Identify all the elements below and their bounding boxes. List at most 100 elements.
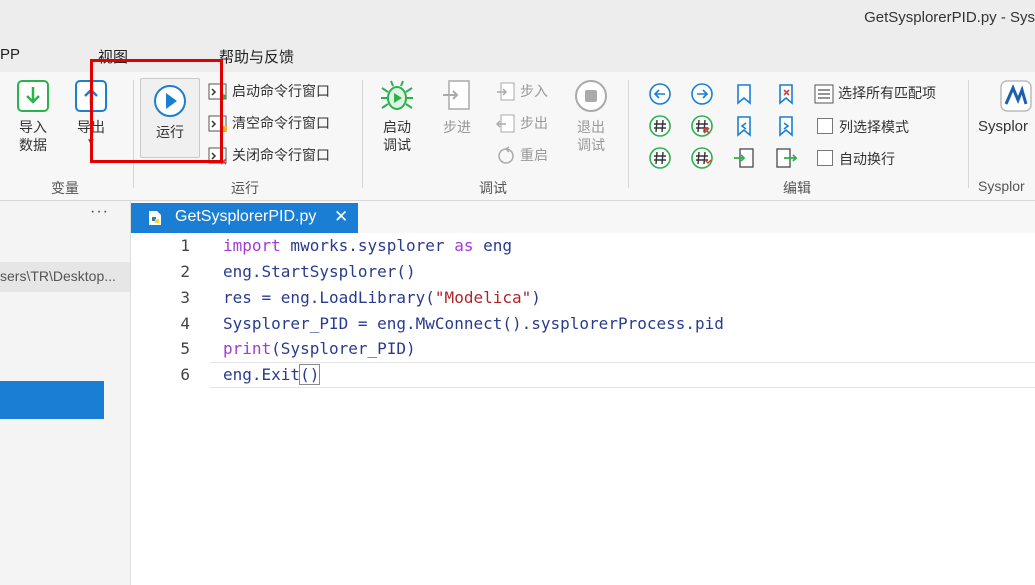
checkbox-box[interactable] [817,150,833,166]
bookmark-next-icon[interactable] [774,114,798,138]
hash-prev-icon[interactable] [648,146,672,170]
sidebar-primary-button[interactable] [0,381,104,419]
bug-icon [381,80,413,110]
word-wrap-checkbox[interactable]: 自动换行 [817,149,895,169]
group-label-edit: 编辑 [783,180,811,196]
title-bar: GetSysplorerPID.py - Sys [0,0,1035,40]
step-label: 步进 [443,119,471,135]
close-cmd-label: 关闭命令行窗口 [232,147,330,163]
editor-tab-active[interactable]: GetSysplorerPID.py ✕ [131,203,358,233]
restart-icon [498,146,514,165]
more-options-icon[interactable]: ··· [90,203,109,221]
step-into-label: 步入 [520,83,548,99]
start-cmd-window-button[interactable]: 启动命令行窗口 [208,80,330,102]
step-into-button[interactable]: 步入 [496,80,548,102]
import-data-button[interactable]: 导入 数据 [10,78,56,153]
word-wrap-label: 自动换行 [839,151,895,167]
sysplorer-button[interactable]: Sysplor [978,78,1035,137]
code-line: eng.Exit() [223,364,321,385]
current-line-highlight [210,362,1035,388]
group-label-debug: 调试 [479,180,507,196]
hash-icon[interactable] [648,114,672,138]
close-icon[interactable]: ✕ [334,207,348,227]
step-out-icon [495,114,515,133]
ribbon-separator [968,80,969,188]
stop-icon [575,80,607,112]
exit-debug-label-1: 退出 [577,119,605,135]
import-label-1: 导入 [19,119,47,135]
start-debug-button[interactable]: 启动 调试 [372,78,422,153]
clear-cmd-label: 清空命令行窗口 [232,115,330,131]
file-path-text: sers\TR\Desktop... [0,268,116,284]
list-select-icon [814,84,834,104]
nav-back-icon[interactable] [648,82,672,106]
line-number: 2 [180,262,190,281]
code-token: eng [473,236,512,255]
start-debug-label-2: 调试 [383,137,411,153]
code-line: import mworks.sysplorer as eng [223,236,512,255]
clear-cmd-window-button[interactable]: 清空命令行窗口 [208,112,330,134]
code-token: mworks.sysplorer [280,236,455,255]
column-select-label: 列选择模式 [839,119,909,135]
exit-debug-label-2: 调试 [577,137,605,153]
file-path-row[interactable]: sers\TR\Desktop... [0,262,130,292]
matched-paren-token: () [299,364,321,385]
start-debug-label-1: 启动 [383,119,411,135]
nav-forward-icon[interactable] [690,82,714,106]
group-label-sysplorer: Sysplor [978,178,1025,194]
code-token: ) [531,288,541,307]
group-label-variables: 变量 [51,180,79,196]
step-out-button[interactable]: 步出 [495,112,548,134]
sysplorer-logo-icon [1000,80,1032,112]
goto-line-icon[interactable] [732,146,756,170]
window-title: GetSysplorerPID.py - Sys [864,9,1035,26]
goto-definition-icon[interactable] [774,146,798,170]
tab-title: GetSysplorerPID.py [175,208,317,225]
line-number: 3 [180,288,190,307]
bookmark-remove-icon[interactable] [774,82,798,106]
code-line: print(Sysplorer_PID) [223,339,416,358]
code-token: res = eng.LoadLibrary( [223,288,435,307]
import-label-2: 数据 [19,137,47,153]
text-cursor [319,365,321,383]
group-label-run: 运行 [231,180,259,196]
bookmark-icon[interactable] [732,82,756,106]
step-button[interactable]: 步进 [432,78,482,137]
menu-help[interactable]: 帮助与反馈 [219,46,294,67]
column-select-checkbox[interactable]: 列选择模式 [817,117,909,137]
line-number: 5 [180,339,190,358]
bookmark-prev-icon[interactable] [732,114,756,138]
step-out-label: 步出 [520,115,548,131]
keyword-token: print [223,339,272,358]
code-line: res = eng.LoadLibrary("Modelica") [223,288,541,307]
close-cmd-window-button[interactable]: 关闭命令行窗口 [208,144,330,166]
code-token: eng.Exit [223,365,301,384]
keyword-token: as [454,236,474,255]
run-highlight-box [90,59,223,163]
restart-button[interactable]: 重启 [496,144,548,166]
hash-next-icon[interactable] [690,146,714,170]
checkbox-box[interactable] [817,118,833,134]
select-all-matches-label: 选择所有匹配项 [838,85,936,101]
select-all-matches-button[interactable]: 选择所有匹配项 [814,82,936,104]
exit-debug-button[interactable]: 退出 调试 [566,78,616,153]
string-token: "Modelica" [434,288,532,307]
line-number: 4 [180,314,190,333]
line-number: 6 [180,365,190,384]
import-icon [17,80,49,112]
step-into-icon [497,82,515,101]
hash-remove-icon[interactable] [690,114,714,138]
menu-app[interactable]: PP [0,46,20,63]
code-line: Sysplorer_PID = eng.MwConnect().sysplore… [223,314,724,333]
python-file-icon [149,211,161,225]
restart-label: 重启 [520,147,548,163]
ribbon-separator [362,80,363,188]
code-token: (Sysplorer_PID) [271,339,416,358]
keyword-token: import [223,236,281,255]
step-icon [443,80,470,110]
code-editor[interactable] [131,233,1035,585]
code-line: eng.StartSysplorer() [223,262,416,281]
start-cmd-label: 启动命令行窗口 [232,83,330,99]
ribbon-separator [628,80,629,188]
line-number: 1 [180,236,190,255]
